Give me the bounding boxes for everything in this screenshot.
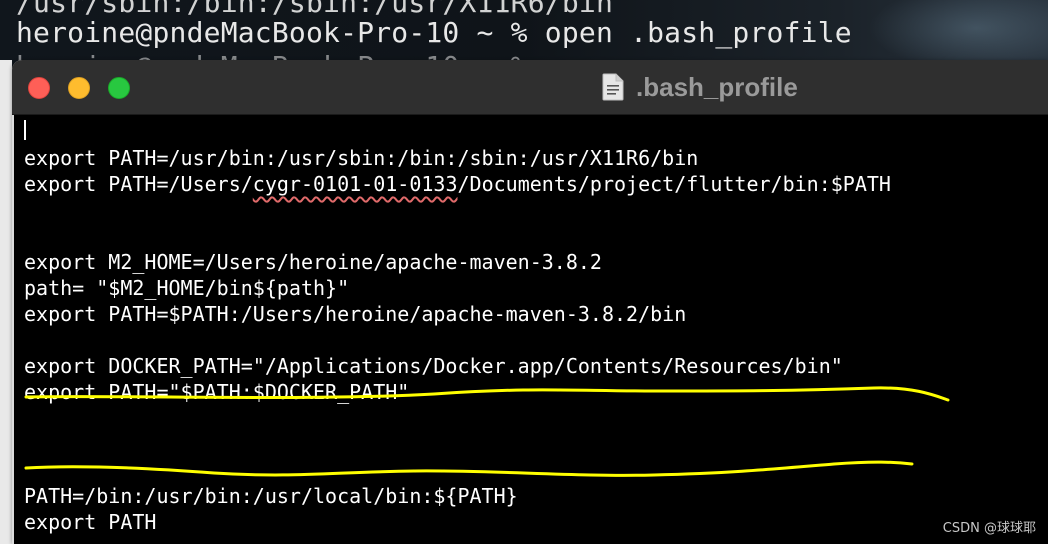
yellow-underline-2 — [24, 460, 914, 477]
close-window-button[interactable] — [28, 77, 50, 99]
code-line: export M2_HOME=/Users/heroine/apache-mav… — [24, 250, 602, 274]
background-window-edge — [0, 60, 12, 544]
terminal-command-line: heroine@pndeMacBook-Pro-10 ~ % open .bas… — [16, 16, 852, 49]
code-line: export PATH=$PATH:/Users/heroine/apache-… — [24, 302, 687, 326]
document-icon[interactable] — [602, 73, 624, 101]
text-editor-area[interactable]: export PATH=/usr/bin:/usr/sbin:/bin:/sbi… — [12, 115, 1048, 544]
bash-profile-window: .bash_profile export PATH=/usr/bin:/usr/… — [12, 60, 1048, 544]
code-line: export DOCKER_PATH="/Applications/Docker… — [24, 354, 843, 378]
window-title-group: .bash_profile — [602, 72, 798, 102]
minimize-window-button[interactable] — [68, 77, 90, 99]
misspelled-word: cygr-0101-01-0133 — [252, 172, 458, 196]
window-title: .bash_profile — [636, 71, 798, 102]
code-line: path= "$M2_HOME/bin${path}" — [24, 276, 350, 300]
code-line: export PATH=/usr/bin:/usr/sbin:/bin:/sbi… — [24, 146, 699, 170]
zoom-window-button[interactable] — [108, 77, 130, 99]
code-line: export PATH="$PATH:$DOCKER_PATH" — [24, 380, 410, 404]
watermark: CSDN @球球耶 — [942, 521, 1036, 536]
title-bar[interactable]: .bash_profile — [12, 60, 1048, 115]
code-line: export PATH=/Users/cygr-0101-01-0133/Doc… — [24, 172, 891, 196]
code-line: PATH=/bin:/usr/bin:/usr/local/bin:${PATH… — [24, 484, 518, 508]
text-cursor — [24, 120, 26, 140]
code-line: export PATH — [24, 510, 157, 534]
